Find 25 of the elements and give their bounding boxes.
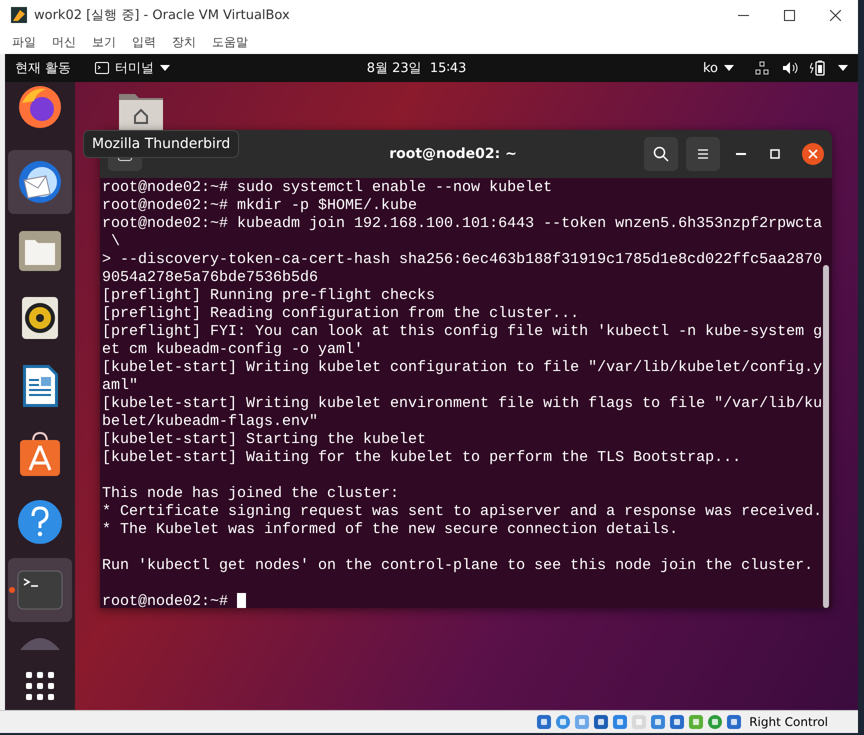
terminal-line: root@node02:~# sudo systemctl enable --now kubelet xyxy=(102,179,552,197)
host-key-label: Right Control xyxy=(749,715,828,729)
terminal-line: [preflight] Reading configuration from the cluster... xyxy=(102,305,580,323)
terminal-line: aml" xyxy=(102,377,138,395)
terminal-line: et cm kubeadm-config -o yaml' xyxy=(102,341,364,359)
terminal-line: This node has joined the cluster: xyxy=(102,485,400,503)
terminal-line: [preflight] FYI: You can look at this config file with 'kubectl -n kube-system g xyxy=(102,323,822,341)
terminal-line: [kubelet-start] Starting the kubelet xyxy=(102,431,426,449)
terminal-line: > --discovery-token-ca-cert-hash sha256:6ec463b188f31919c1785d1e8cd022ffc5aa2870 xyxy=(102,251,822,269)
terminal-title: root@node02: ~ xyxy=(388,146,518,162)
window-title: work02 [실행 중] - Oracle VM VirtualBox xyxy=(34,7,291,24)
terminal-line: * Certificate signing request was sent to apiserver and a response was received. xyxy=(102,503,822,521)
terminal-line: root@node02:~# kubeadm join 192.168.100.101:6443 --token wnzen5.6h353nzpf2rpwcta xyxy=(102,215,822,233)
terminal-line: 9054a278e5a76bde7536b5d6 xyxy=(102,269,318,287)
terminal-line: [kubelet-start] Writing kubelet environment file with flags to file "/var/lib/ku xyxy=(102,395,822,413)
terminal-line: root@node02:~# xyxy=(102,593,230,608)
terminal-line: root@node02:~# mkdir -p $HOME/.kube xyxy=(102,197,418,215)
terminal-line: [preflight] Running pre-flight checks xyxy=(102,287,436,305)
terminal-line: belet/kubeadm-flags.env" xyxy=(102,413,318,431)
terminal-line: [kubelet-start] Writing kubelet configuration to file "/var/lib/kubelet/config.y xyxy=(102,359,822,377)
terminal-line: * The Kubelet was informed of the new secure connection details. xyxy=(102,521,678,539)
tooltip: Mozilla Thunderbird xyxy=(83,130,240,158)
terminal-line: \ xyxy=(110,233,120,251)
terminal-line: Run 'kubectl get nodes' on the control-plane to see this node join the cluster. xyxy=(102,557,814,575)
terminal-line: [kubelet-start] Waiting for the kubelet to perform the TLS Bootstrap... xyxy=(102,449,742,467)
